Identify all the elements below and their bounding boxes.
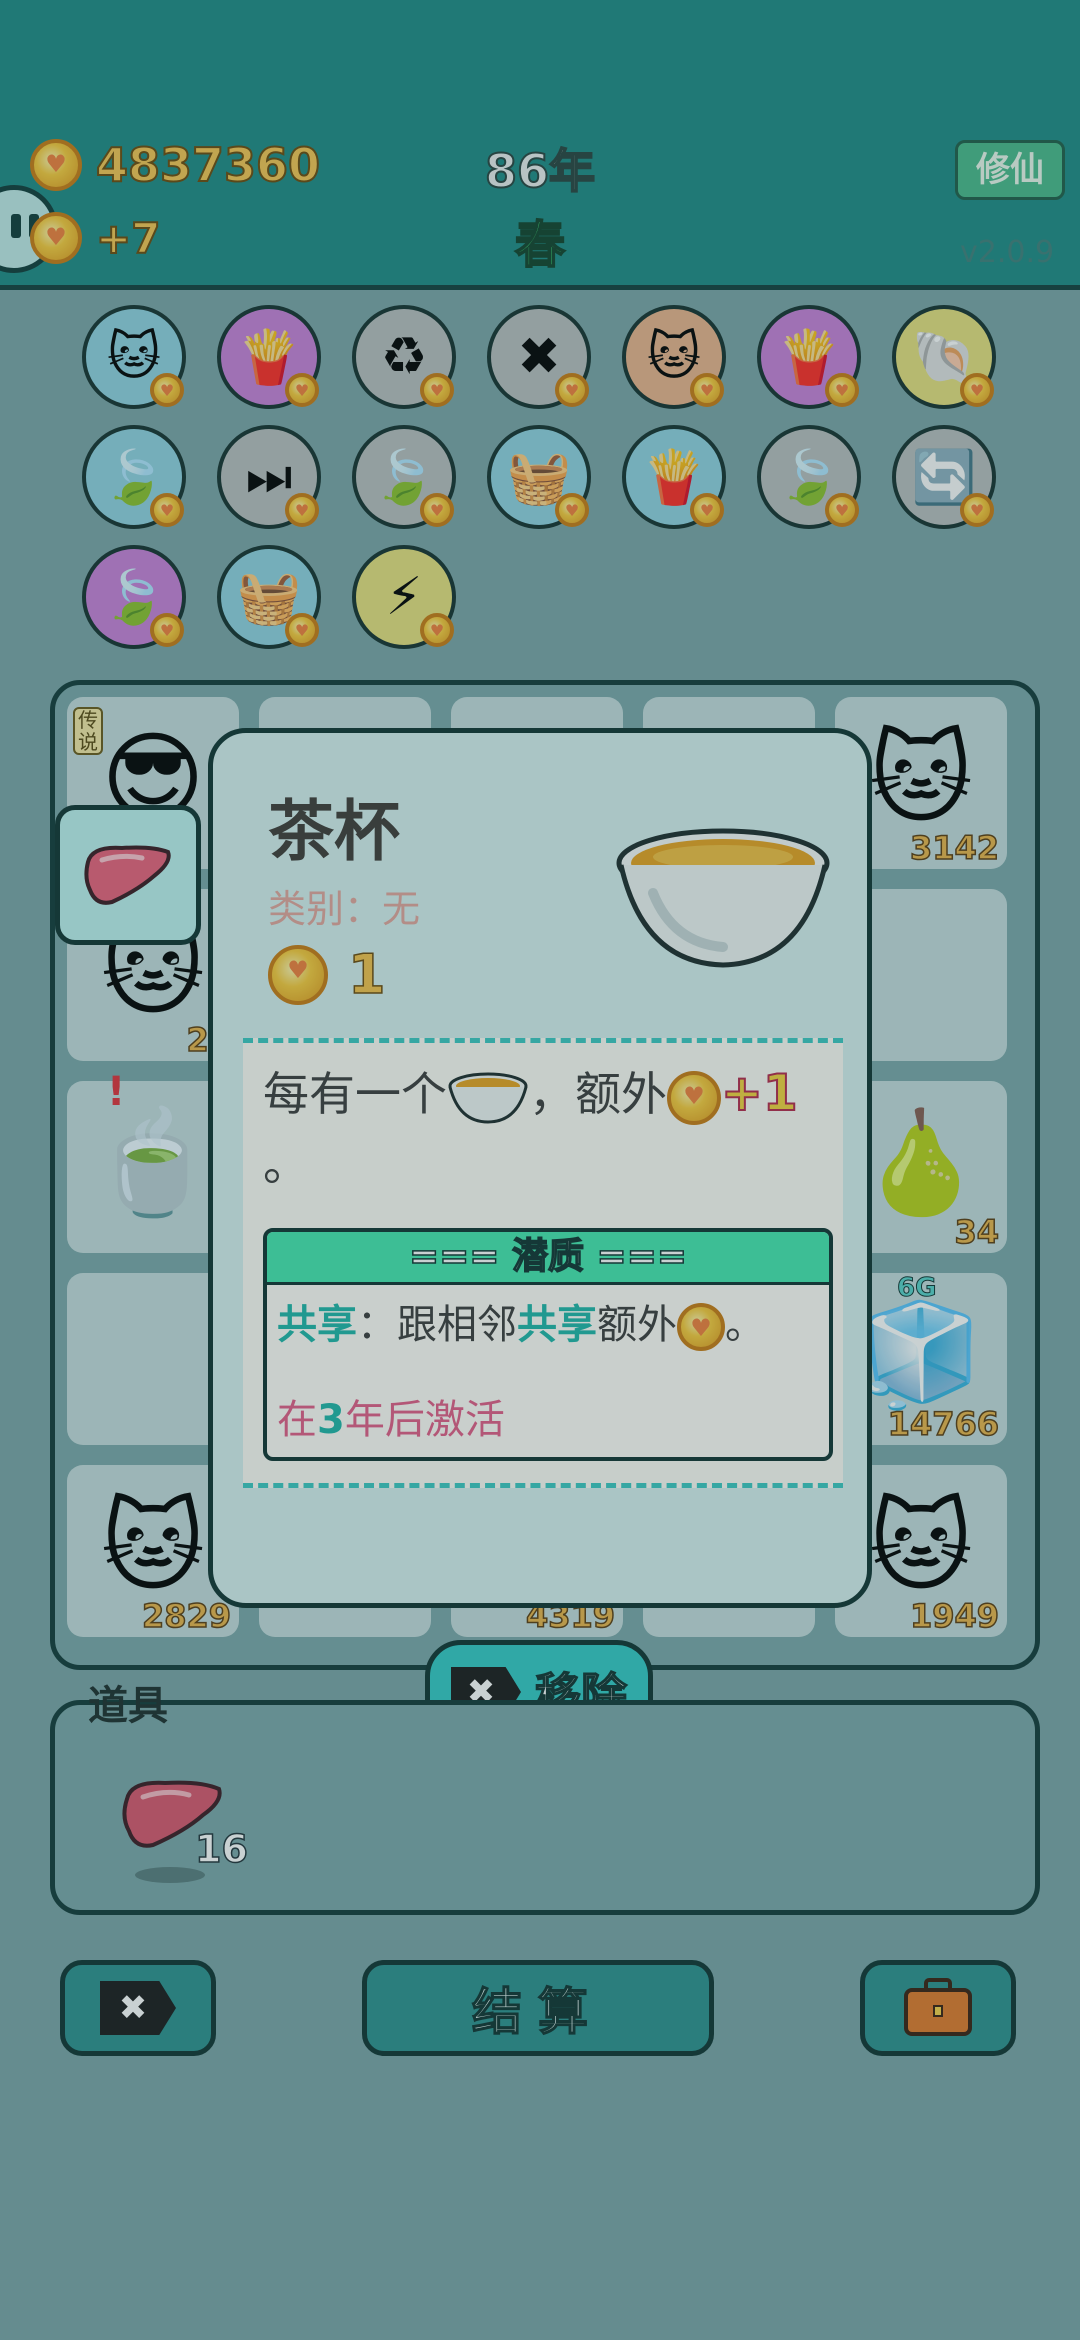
desc-middle: ，额外 (529, 1067, 667, 1121)
cell-value: 1949 (909, 1596, 1000, 1636)
props-panel: 16 (50, 1700, 1040, 1915)
props-label: 道具 (88, 1683, 168, 1729)
coin-icon (960, 373, 994, 407)
coin-icon (960, 493, 994, 527)
fruit-basket-relic-icon[interactable]: 🧺 (487, 425, 591, 529)
coin-icon (690, 373, 724, 407)
coin-icon (30, 139, 82, 191)
item-category: 类别：无 (268, 887, 421, 931)
coin-income: +7 (30, 212, 161, 264)
cat-pair-relic-icon[interactable]: 🐱 (622, 305, 726, 409)
coin-icon (150, 613, 184, 647)
liver-item-tile[interactable] (55, 805, 201, 945)
coin-icon (285, 493, 319, 527)
liver-icon (84, 845, 171, 905)
settle-button[interactable]: 结算 (362, 1960, 714, 2056)
desc-prefix: 每有一个 (263, 1067, 447, 1121)
coin-icon (667, 1070, 721, 1125)
fries-relic-icon[interactable]: 🍟 (757, 305, 861, 409)
coin-icon (677, 1303, 725, 1351)
activation-suffix: 年后激活 (344, 1397, 505, 1443)
coin-icon (150, 373, 184, 407)
tea-bowl-icon (448, 1072, 528, 1124)
recycle-relic-icon[interactable]: ♻ (352, 305, 456, 409)
desc-bonus: +1 (720, 1063, 799, 1123)
cell-value: 3142 (909, 828, 1000, 868)
trait-keyword: 共享 (277, 1302, 357, 1348)
trait-activation: 在3年后激活 (277, 1387, 505, 1445)
coin-balance: 4837360 (30, 137, 321, 193)
briefcase-icon (904, 1978, 972, 2036)
trait-description: 共享：跟相邻共享额外。 (277, 1292, 765, 1351)
coin-icon (825, 373, 859, 407)
leaf-relic-icon[interactable]: 🍃 (82, 425, 186, 529)
fries-relic-icon[interactable]: 🍟 (622, 425, 726, 529)
item-title: 茶杯 (268, 793, 400, 870)
coin-icon (150, 493, 184, 527)
discard-button[interactable]: ✖ (60, 1960, 216, 2056)
description-text: 每有一个 ，额外 +1 。 (263, 1058, 833, 1199)
cat-photo-relic-icon[interactable]: 🐱 (82, 305, 186, 409)
coin-icon (420, 613, 454, 647)
leaf-relic-icon[interactable]: 🍃 (352, 425, 456, 529)
coin-icon (555, 493, 589, 527)
coin-icon (420, 373, 454, 407)
coin-icon (420, 493, 454, 527)
trait-text: ：跟相邻 (357, 1302, 517, 1348)
cell-value: 14766 (887, 1404, 1000, 1444)
trait-end: 。 (725, 1302, 765, 1348)
trait-header: === 潜质 === (267, 1232, 829, 1285)
lightning-relic-icon[interactable]: ⚡ (352, 545, 456, 649)
shell-relic-icon[interactable]: 🐚 (892, 305, 996, 409)
coin-icon (285, 613, 319, 647)
item-description: 每有一个，额外+1 。 === 潜质 === 共享：跟相邻共享额外。 在3年后激… (243, 1038, 843, 1488)
cell-value: 34 (954, 1212, 1000, 1252)
season-label: 春 (514, 215, 566, 275)
year-label: 86年 (484, 143, 596, 199)
coin-icon (690, 493, 724, 527)
refresh-relic-icon[interactable]: 🔄 (892, 425, 996, 529)
activation-prefix: 在 (277, 1397, 317, 1443)
cell-value: 2829 (141, 1596, 232, 1636)
activation-years: 3 (317, 1397, 345, 1443)
desc-end: 。 (263, 1137, 309, 1191)
backpack-button[interactable] (860, 1960, 1016, 2056)
xiuxian-button[interactable]: 修仙 (955, 140, 1065, 200)
coin-icon (285, 373, 319, 407)
fries-relic-icon[interactable]: 🍟 (217, 305, 321, 409)
alert-mark: ! (107, 1069, 126, 1115)
income-value: +7 (95, 213, 161, 264)
version-label: v2.0.9 (960, 235, 1055, 270)
item-detail-card: 茶杯 类别：无 1 每有一个 ，额外 +1 。 === 潜质 === 共享：跟相邻共… (208, 728, 872, 1608)
leaf-relic-icon[interactable]: 🍃 (82, 545, 186, 649)
item-cost: 1 (268, 942, 386, 1007)
coin-icon (268, 944, 328, 1005)
prop-count: 16 (194, 1826, 248, 1872)
trait-box: === 潜质 === 共享：跟相邻共享额外。 在3年后激活 (263, 1228, 833, 1461)
cell-tag: 6G (896, 1273, 937, 1304)
coin-icon (30, 212, 82, 264)
skip-relic-icon[interactable]: ⏭ (217, 425, 321, 529)
coin-icon (825, 493, 859, 527)
fruit-basket-relic-icon[interactable]: 🧺 (217, 545, 321, 649)
trait-text: 额外 (597, 1302, 677, 1348)
coin-icon (555, 373, 589, 407)
remove-tag-relic-icon[interactable]: ✖ (487, 305, 591, 409)
legendary-badge: 传说 (73, 707, 103, 755)
leaf-relic-icon[interactable]: 🍃 (757, 425, 861, 529)
tea-bowl-icon (616, 828, 830, 968)
trait-keyword: 共享 (517, 1302, 597, 1348)
remove-icon: ✖ (100, 1981, 176, 2035)
item-cost-value: 1 (347, 942, 386, 1007)
coin-count: 4837360 (95, 137, 321, 193)
